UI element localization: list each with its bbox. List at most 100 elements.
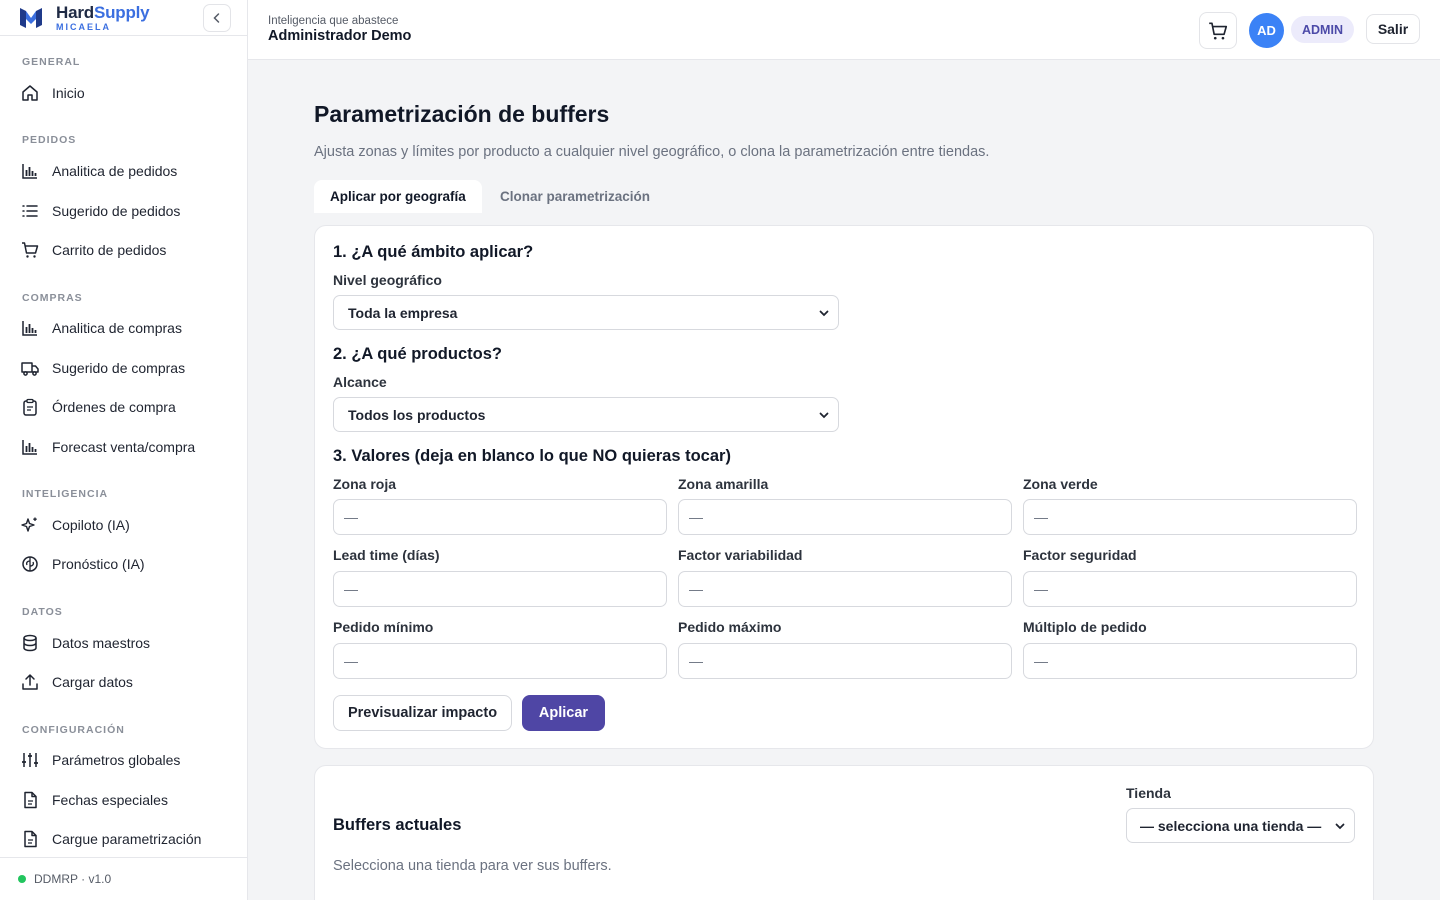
clipboard-icon (23, 398, 37, 416)
green-zone-input[interactable]: — (1023, 499, 1357, 535)
header-title: Administrador Demo (268, 28, 412, 44)
field-label: Zona amarilla (678, 476, 769, 492)
logout-button[interactable]: Salir (1366, 14, 1420, 44)
field-label: Zona roja (333, 476, 397, 492)
page-description: Ajusta zonas y límites por producto a cu… (314, 144, 990, 160)
min-order-input[interactable]: — (333, 643, 667, 679)
lead-time-input[interactable]: — (333, 571, 667, 607)
collapse-sidebar-button[interactable] (203, 4, 231, 32)
nav-section-pedidos: PEDIDOS (22, 134, 77, 146)
brand: HardSupply MICAELA (0, 0, 247, 36)
top-header: Inteligencia que abastece Administrador … (248, 0, 1440, 60)
nav-section-general: GENERAL (22, 56, 81, 68)
sidebar-item-parametros-globales[interactable]: Parámetros globales (20, 748, 180, 772)
page-title: Parametrización de buffers (314, 101, 610, 127)
sidebar-item-forecast[interactable]: Forecast venta/compra (20, 435, 195, 459)
sidebar-item-label: Analitica de pedidos (52, 163, 178, 179)
sidebar-item-carrito-pedidos[interactable]: Carrito de pedidos (20, 238, 166, 262)
version-label: DDMRP · v1.0 (34, 872, 112, 886)
scope-value: Todos los productos (348, 406, 486, 423)
scope-select[interactable]: Todos los productos (333, 397, 839, 432)
sidebar-item-label: Copiloto (IA) (52, 517, 130, 533)
header-subtitle: Inteligencia que abastece (268, 15, 399, 27)
bar-chart-icon (22, 164, 37, 179)
sidebar: HardSupply MICAELA GENERAL Inicio PEDIDO… (0, 0, 248, 900)
store-value: — selecciona una tienda — (1140, 817, 1322, 834)
geo-level-select[interactable]: Toda la empresa (333, 295, 839, 330)
role-badge: ADMIN (1291, 16, 1354, 43)
nav-section-inteligencia: INTELIGENCIA (22, 488, 109, 500)
step1-heading: 1. ¿A qué ámbito aplicar? (333, 243, 534, 261)
field-label: Factor variabilidad (678, 547, 803, 563)
variability-factor-input[interactable]: — (678, 571, 1012, 607)
sidebar-item-copiloto[interactable]: Copiloto (IA) (20, 513, 130, 537)
max-order-input[interactable]: — (678, 643, 1012, 679)
sidebar-item-cargue-parametrizacion[interactable]: Cargue parametrización (20, 827, 201, 851)
yellow-zone-input[interactable]: — (678, 499, 1012, 535)
cart-icon (22, 242, 39, 258)
safety-factor-input[interactable]: — (1023, 571, 1357, 607)
brain-icon (22, 556, 38, 572)
preview-impact-button[interactable]: Previsualizar impacto (333, 695, 512, 731)
sparkles-icon (21, 517, 37, 532)
nav-section-compras: COMPRAS (22, 292, 83, 304)
sidebar-item-label: Sugerido de compras (52, 360, 186, 376)
brand-name: HardSupply (56, 2, 150, 22)
apply-button[interactable]: Aplicar (522, 695, 605, 731)
tab-clonar-parametrizacion[interactable]: Clonar parametrización (484, 180, 666, 213)
sidebar-item-label: Inicio (52, 85, 85, 101)
sidebar-item-label: Fechas especiales (52, 792, 168, 808)
sidebar-item-label: Sugerido de pedidos (52, 203, 181, 219)
step2-heading: 2. ¿A qué productos? (333, 345, 502, 363)
chevron-down-icon (819, 310, 829, 317)
sidebar-item-inicio[interactable]: Inicio (20, 81, 85, 105)
sidebar-item-pronostico[interactable]: Pronóstico (IA) (20, 552, 145, 576)
nav-section-configuracion: CONFIGURACIÓN (22, 724, 125, 736)
status-dot (18, 875, 26, 883)
sidebar-item-sugerido-pedidos[interactable]: Sugerido de pedidos (20, 199, 180, 223)
sidebar-footer: DDMRP · v1.0 (0, 857, 247, 900)
logo-icon (20, 7, 42, 28)
nav-section-datos: DATOS (22, 606, 63, 618)
database-icon (23, 634, 37, 652)
store-label: Tienda (1126, 785, 1171, 801)
sidebar-item-label: Forecast venta/compra (52, 439, 196, 455)
sidebar-item-label: Órdenes de compra (52, 399, 176, 415)
bar-chart-icon (22, 440, 37, 455)
chevron-down-icon (819, 412, 829, 419)
chevron-down-icon (1335, 823, 1345, 830)
geo-level-value: Toda la empresa (348, 304, 458, 321)
sidebar-item-datos-maestros[interactable]: Datos maestros (20, 631, 150, 655)
red-zone-input[interactable]: — (333, 499, 667, 535)
cart-button[interactable] (1199, 12, 1237, 49)
step3-heading: 3. Valores (deja en blanco lo que NO qui… (333, 447, 731, 465)
field-label: Pedido máximo (678, 619, 782, 635)
sidebar-item-cargar-datos[interactable]: Cargar datos (20, 670, 133, 694)
sidebar-item-fechas-especiales[interactable]: Fechas especiales (20, 788, 168, 812)
sidebar-item-analitica-compras[interactable]: Analitica de compras (20, 316, 182, 340)
current-buffers-card: Tienda — selecciona una tienda — Buffers… (314, 765, 1374, 900)
bar-chart-icon (22, 321, 37, 336)
sidebar-item-sugerido-compras[interactable]: Sugerido de compras (20, 356, 185, 380)
sidebar-item-label: Parámetros globales (52, 752, 181, 768)
field-label: Zona verde (1023, 476, 1098, 492)
buffers-title: Buffers actuales (333, 816, 462, 834)
file-icon (24, 830, 37, 848)
sliders-icon (22, 753, 38, 767)
tab-aplicar-geografia[interactable]: Aplicar por geografía (314, 180, 482, 213)
upload-icon (22, 674, 38, 690)
sidebar-item-label: Cargue parametrización (52, 831, 202, 847)
store-select[interactable]: — selecciona una tienda — (1126, 808, 1355, 843)
apply-form-card: 1. ¿A qué ámbito aplicar? Nivel geográfi… (314, 225, 1374, 749)
sidebar-item-label: Datos maestros (52, 635, 151, 651)
field-label: Múltiplo de pedido (1023, 619, 1147, 635)
field-label: Pedido mínimo (333, 619, 434, 635)
sidebar-item-label: Cargar datos (52, 674, 133, 690)
sidebar-item-analitica-pedidos[interactable]: Analitica de pedidos (20, 159, 177, 183)
truck-icon (21, 362, 39, 376)
order-multiple-input[interactable]: — (1023, 643, 1357, 679)
field-label: Lead time (días) (333, 547, 440, 563)
sidebar-item-ordenes-compra[interactable]: Órdenes de compra (20, 395, 176, 419)
avatar[interactable]: AD (1249, 13, 1284, 48)
home-icon (22, 85, 38, 101)
